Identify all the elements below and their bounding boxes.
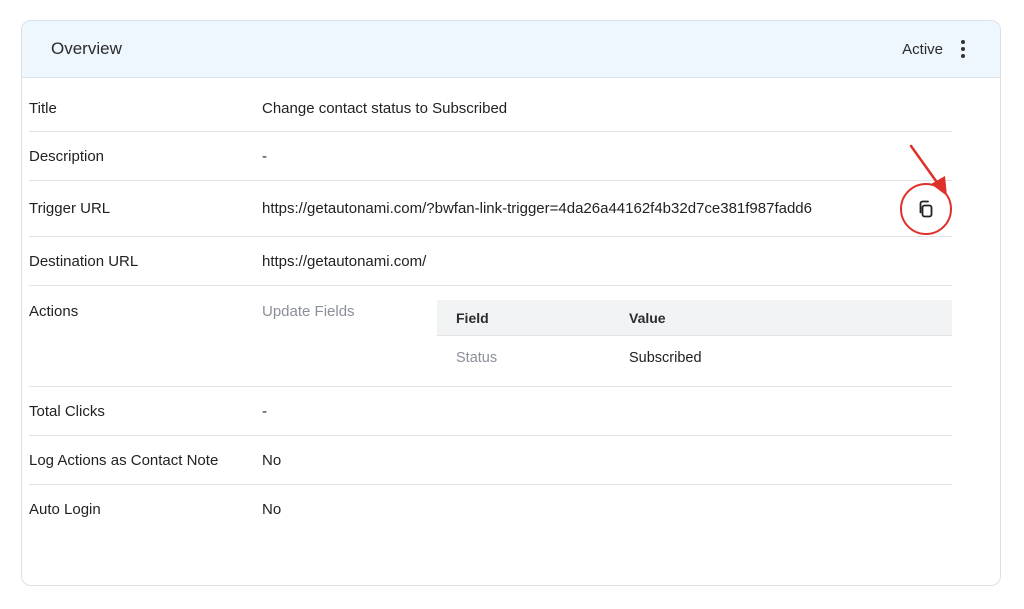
detail-label: Actions <box>29 303 79 320</box>
header-actions: Active <box>902 38 971 60</box>
detail-value: No <box>262 451 282 469</box>
detail-label: Title <box>29 100 57 117</box>
card-header: Overview Active <box>22 21 1000 78</box>
trigger-url-value: https://getautonami.com/?bwfan-link-trig… <box>262 200 812 217</box>
table-header-row: Field Value <box>437 300 952 336</box>
detail-label: Destination URL <box>29 252 139 270</box>
detail-label: Trigger URL <box>29 200 111 217</box>
detail-row-description: Description - <box>29 132 952 181</box>
detail-row-auto-login: Auto Login No <box>29 485 952 534</box>
detail-label: Auto Login <box>29 501 101 518</box>
table-header-value: Value <box>629 309 666 326</box>
detail-value: No <box>262 501 282 518</box>
table-row: Status Subscribed <box>437 336 952 380</box>
table-cell-value: Subscribed <box>629 350 702 366</box>
table-cell-field: Status <box>456 350 498 366</box>
kebab-menu-icon[interactable] <box>955 38 971 60</box>
card-title: Overview <box>51 39 122 58</box>
detail-label: Log Actions as Contact Note <box>29 451 219 469</box>
detail-value: - <box>262 402 267 420</box>
status-label: Active <box>902 40 943 58</box>
copy-icon <box>919 200 933 217</box>
detail-row-destination-url: Destination URL https://getautonami.com/ <box>29 237 952 286</box>
detail-value: https://getautonami.com/ <box>262 252 427 270</box>
table-header-field: Field <box>456 309 489 326</box>
detail-value: - <box>262 147 267 165</box>
details-list: Title Change contact status to Subscribe… <box>29 86 952 534</box>
detail-row-log-actions: Log Actions as Contact Note No <box>29 436 952 485</box>
action-name: Update Fields <box>262 303 355 320</box>
detail-row-actions: Actions Update Fields Field Value Status… <box>29 286 952 387</box>
action-fields-table: Field Value Status Subscribed <box>437 300 952 380</box>
copy-url-button[interactable] <box>900 182 952 235</box>
detail-label: Total Clicks <box>29 402 105 420</box>
detail-label: Description <box>29 147 105 165</box>
detail-row-trigger-url: Trigger URL https://getautonami.com/?bwf… <box>29 181 952 237</box>
detail-row-title: Title Change contact status to Subscribe… <box>29 86 952 132</box>
detail-value: Change contact status to Subscribed <box>262 100 508 117</box>
detail-row-total-clicks: Total Clicks - <box>29 387 952 436</box>
